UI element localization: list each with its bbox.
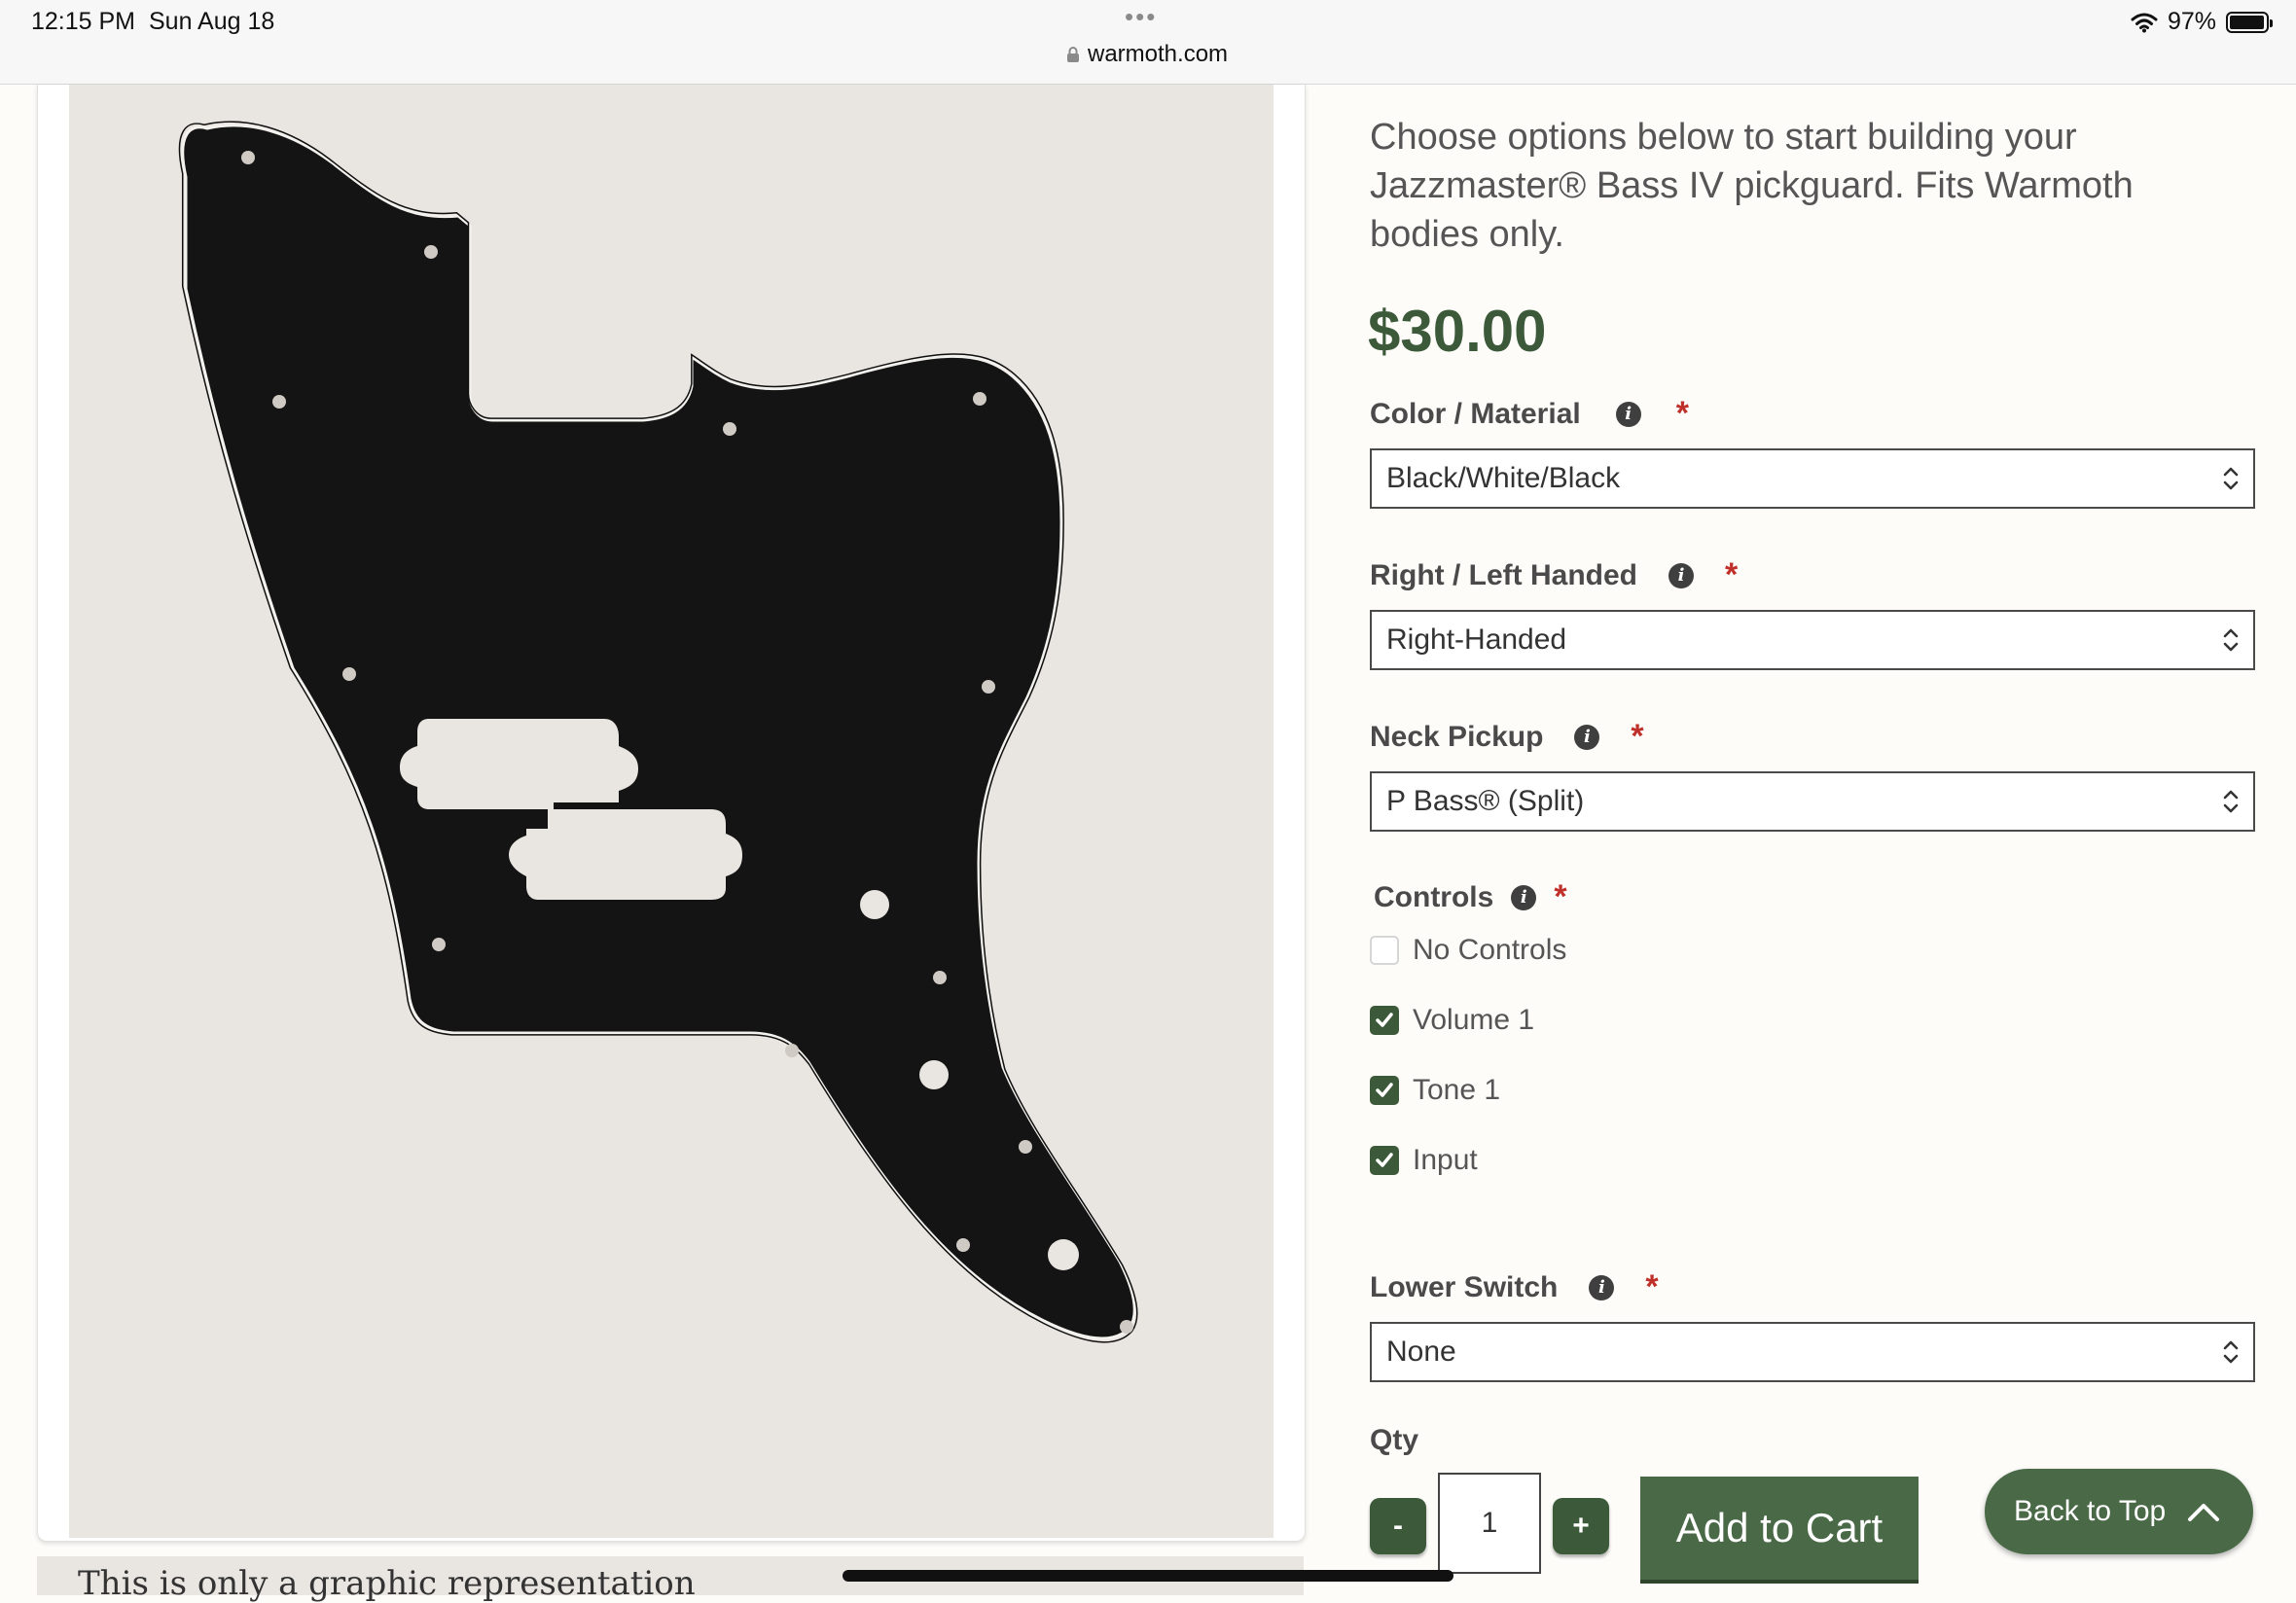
back-to-top-button[interactable]: Back to Top xyxy=(1985,1469,2253,1554)
qty-increment-button[interactable]: + xyxy=(1553,1498,1609,1554)
status-time: 12:15 PM xyxy=(31,8,136,35)
controls-option-no-controls[interactable]: No Controls xyxy=(1370,934,1566,967)
info-icon[interactable]: i xyxy=(1511,884,1537,910)
pickguard-shape xyxy=(181,124,1136,1340)
browser-status-bar: 12:15 PM Sun Aug 18 ••• warmoth.com 97% xyxy=(0,0,2296,85)
info-icon[interactable]: i xyxy=(1589,1274,1615,1300)
checkmark-icon xyxy=(1376,1083,1393,1097)
url-text: warmoth.com xyxy=(1088,41,1229,67)
back-to-top-label: Back to Top xyxy=(2014,1495,2167,1527)
multitasking-dots-icon[interactable]: ••• xyxy=(1125,2,1157,32)
lock-icon xyxy=(1067,47,1079,62)
wifi-icon xyxy=(2131,13,2158,32)
checkbox[interactable] xyxy=(1370,1076,1399,1105)
chevron-updown-icon xyxy=(2223,467,2239,490)
checkbox[interactable] xyxy=(1370,936,1399,965)
chevron-updown-icon xyxy=(2223,628,2239,652)
qty-input[interactable]: 1 xyxy=(1438,1473,1541,1574)
pickup-route-upper xyxy=(400,719,638,809)
chevron-updown-icon xyxy=(2223,790,2239,813)
neck-pickup-select[interactable]: P Bass® (Split) xyxy=(1370,771,2255,832)
controls-label: Controls i * xyxy=(1374,878,1567,915)
info-icon[interactable]: i xyxy=(1574,724,1600,750)
address-bar[interactable]: warmoth.com xyxy=(1066,41,1228,68)
handedness-label: Right / Left Handed i * xyxy=(1370,556,1739,593)
required-marker: * xyxy=(1645,1268,1659,1305)
battery-icon xyxy=(2226,11,2273,33)
checkbox[interactable] xyxy=(1370,1006,1399,1035)
select-value: P Bass® (Split) xyxy=(1386,785,1585,817)
required-marker: * xyxy=(1554,878,1567,915)
color-material-select[interactable]: Black/White/Black xyxy=(1370,448,2255,509)
checkbox[interactable] xyxy=(1370,1146,1399,1175)
info-icon[interactable]: i xyxy=(1615,401,1641,427)
qty-decrement-button[interactable]: - xyxy=(1370,1498,1426,1554)
select-value: None xyxy=(1386,1336,1456,1368)
status-indicators: 97% xyxy=(2131,8,2273,36)
status-date: Sun Aug 18 xyxy=(149,8,275,35)
controls-option-volume[interactable]: Volume 1 xyxy=(1370,1004,1534,1037)
add-to-cart-button[interactable]: Add to Cart xyxy=(1640,1477,1919,1580)
handedness-select[interactable]: Right-Handed xyxy=(1370,610,2255,670)
home-indicator xyxy=(843,1570,1453,1582)
required-marker: * xyxy=(1675,395,1689,432)
color-material-label: Color / Material i * xyxy=(1370,395,1689,432)
chevron-up-icon xyxy=(2188,1504,2220,1521)
battery-percent: 97% xyxy=(2167,8,2216,35)
select-value: Right-Handed xyxy=(1386,623,1567,656)
select-value: Black/White/Black xyxy=(1386,462,1621,494)
checkmark-icon xyxy=(1376,1153,1393,1167)
lower-switch-label: Lower Switch i * xyxy=(1370,1268,1659,1305)
info-icon[interactable]: i xyxy=(1668,562,1694,588)
lower-switch-select[interactable]: None xyxy=(1370,1322,2255,1382)
neck-pickup-label: Neck Pickup i * xyxy=(1370,718,1644,755)
required-marker: * xyxy=(1724,556,1739,593)
controls-option-tone[interactable]: Tone 1 xyxy=(1370,1074,1500,1107)
product-price: $30.00 xyxy=(1368,299,1547,364)
chevron-updown-icon xyxy=(2223,1340,2239,1364)
pickguard-illustration xyxy=(178,121,1138,1343)
product-image-card xyxy=(37,85,1306,1542)
required-marker: * xyxy=(1631,718,1644,755)
checkmark-icon xyxy=(1376,1013,1393,1027)
product-description: Choose options below to start building y… xyxy=(1370,117,2134,255)
product-image[interactable] xyxy=(69,85,1274,1538)
controls-option-input[interactable]: Input xyxy=(1370,1144,1478,1177)
image-caption: This is only a graphic representation xyxy=(78,1564,696,1603)
qty-label: Qty xyxy=(1370,1424,1419,1456)
